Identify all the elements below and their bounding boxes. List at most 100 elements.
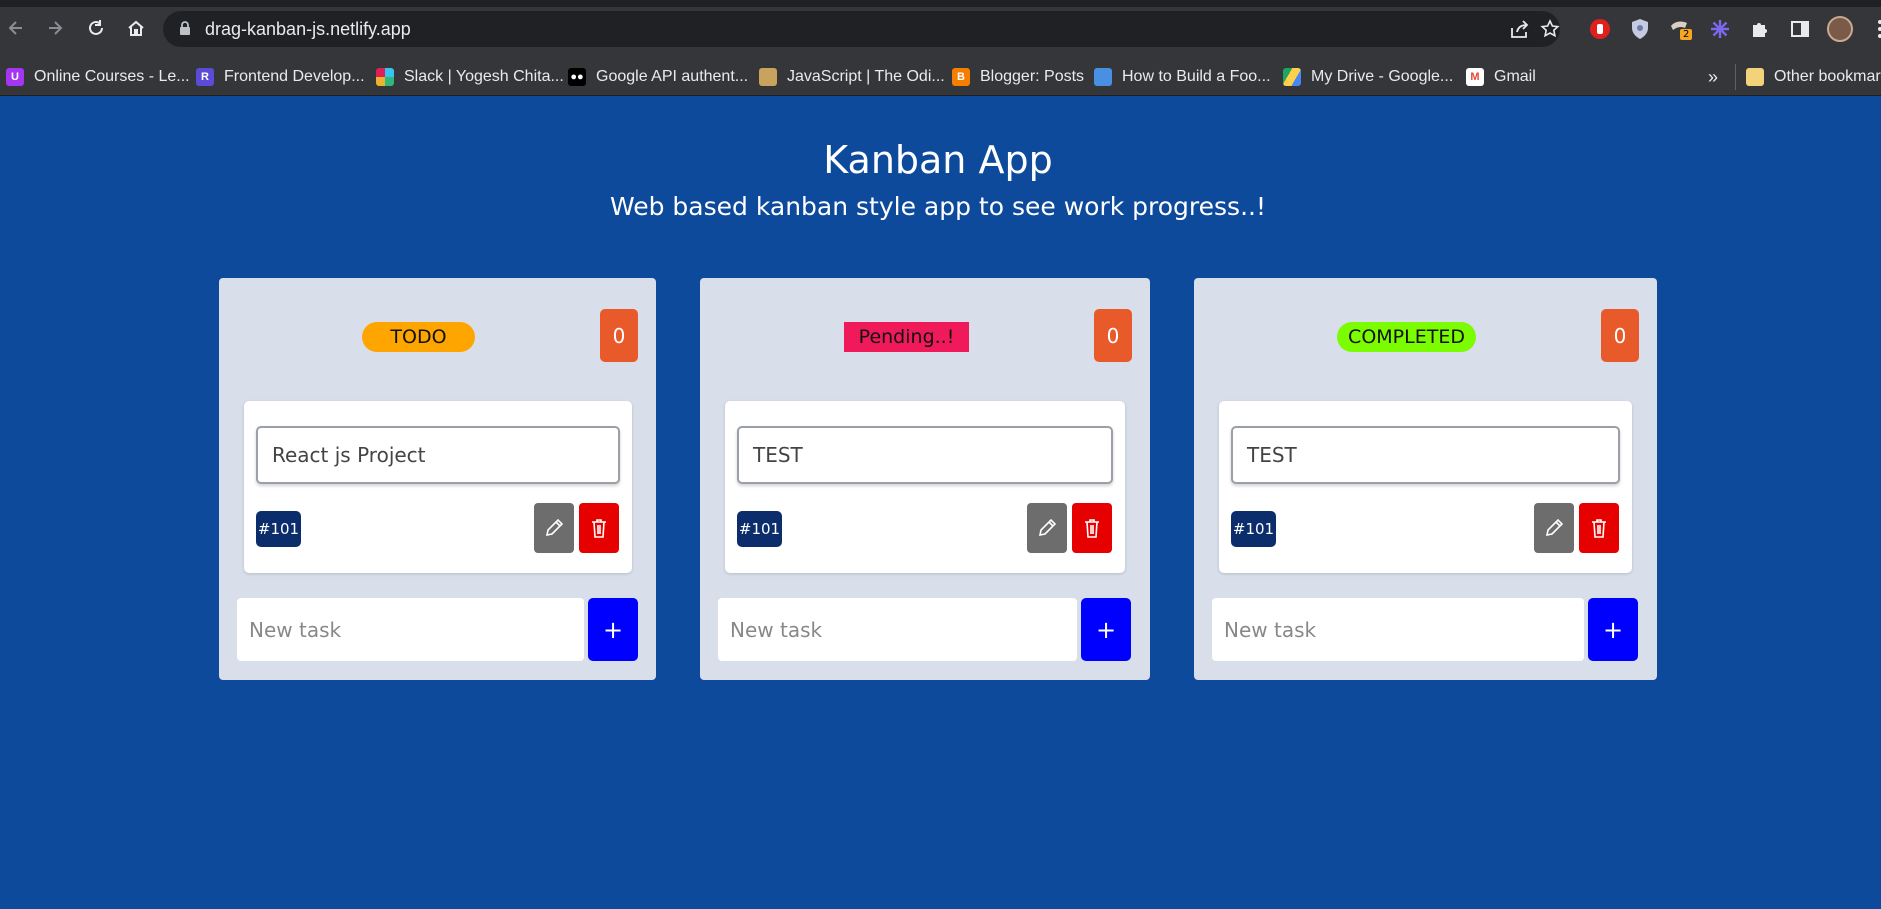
bookmark-label: Online Courses - Le... xyxy=(34,68,190,85)
new-task-input[interactable]: New task xyxy=(718,598,1077,661)
column-label: Pending..! xyxy=(844,322,969,352)
delete-task-button[interactable] xyxy=(579,503,619,553)
bookmark-item[interactable]: U Online Courses - Le... xyxy=(6,63,190,91)
extension-odin[interactable]: 2 xyxy=(1666,15,1694,43)
column-completed: COMPLETED 0 TEST #101 New task + xyxy=(1194,278,1657,680)
bookmark-item[interactable]: My Drive - Google... xyxy=(1283,63,1453,91)
bookmark-item[interactable]: Slack | Yogesh Chita... xyxy=(376,63,564,91)
bookmark-item[interactable]: R Frontend Develop... xyxy=(196,63,365,91)
monitor-icon xyxy=(1094,68,1112,86)
kebab-menu-icon xyxy=(1878,20,1881,38)
reload-button[interactable] xyxy=(82,14,110,42)
bookmark-label: JavaScript | The Odi... xyxy=(787,68,945,85)
extension-snowflake[interactable] xyxy=(1706,15,1734,43)
tab-strip xyxy=(0,0,1881,7)
side-panel-icon xyxy=(1791,21,1809,37)
column-pending: Pending..! 0 TEST #101 New task + xyxy=(700,278,1150,680)
puzzle-icon xyxy=(1753,23,1767,37)
home-button[interactable] xyxy=(122,14,150,42)
back-arrow-icon xyxy=(8,21,22,35)
page-subtitle: Web based kanban style app to see work p… xyxy=(609,192,1266,221)
add-task-button[interactable]: + xyxy=(1081,598,1131,661)
extensions-button[interactable] xyxy=(1746,15,1774,43)
address-bar[interactable]: drag-kanban-js.netlify.app xyxy=(163,11,1560,47)
drive-icon xyxy=(1283,68,1301,86)
lock-icon xyxy=(180,21,190,35)
bookmarks-overflow-button[interactable]: » xyxy=(1708,63,1718,91)
forward-arrow-icon xyxy=(49,21,63,35)
bookmarks-divider xyxy=(1735,64,1736,90)
task-count-badge: 0 xyxy=(1601,309,1639,362)
udemy-icon: U xyxy=(6,68,24,86)
back-button[interactable] xyxy=(2,14,30,42)
task-id-badge: #101 xyxy=(737,511,782,547)
reload-icon xyxy=(89,20,103,35)
extension-badge: 2 xyxy=(1680,29,1693,40)
extension-adblock[interactable] xyxy=(1586,15,1614,43)
edit-task-button[interactable] xyxy=(1534,503,1574,553)
add-task-button[interactable]: + xyxy=(1588,598,1638,661)
column-label: COMPLETED xyxy=(1337,322,1476,352)
task-id-badge: #101 xyxy=(256,511,301,547)
pencil-icon xyxy=(1038,518,1057,537)
new-task-input[interactable]: New task xyxy=(1212,598,1584,661)
bookmark-label: Blogger: Posts xyxy=(980,68,1085,85)
bookmark-label: Frontend Develop... xyxy=(224,68,365,85)
trash-icon xyxy=(1085,519,1099,538)
shield-icon xyxy=(1632,19,1648,39)
home-icon xyxy=(128,20,144,36)
bookmark-label: Gmail xyxy=(1494,68,1536,85)
column-todo: TODO 0 React js Project #101 New task + xyxy=(219,278,656,680)
pencil-icon xyxy=(545,518,564,537)
menu-button[interactable] xyxy=(1866,15,1881,43)
pencil-icon xyxy=(1545,518,1564,537)
other-bookmarks-label: Other bookmarks xyxy=(1774,68,1881,85)
gmail-icon: M xyxy=(1466,68,1484,86)
bookmarks-bar: U Online Courses - Le... R Frontend Deve… xyxy=(0,58,1881,96)
task-id-badge: #101 xyxy=(1231,511,1276,547)
forward-button[interactable] xyxy=(41,14,69,42)
side-panel-button[interactable] xyxy=(1786,15,1814,43)
bookmark-label: Slack | Yogesh Chita... xyxy=(404,68,564,85)
other-bookmarks-folder[interactable]: Other bookmarks xyxy=(1746,63,1881,91)
blogger-icon: B xyxy=(952,68,970,86)
task-card[interactable]: React js Project #101 xyxy=(244,401,632,573)
task-count-badge: 0 xyxy=(1094,309,1132,362)
delete-task-button[interactable] xyxy=(1579,503,1619,553)
folder-icon xyxy=(1746,68,1764,86)
bookmark-item[interactable]: M Gmail xyxy=(1466,63,1536,91)
task-card[interactable]: TEST #101 xyxy=(725,401,1125,573)
column-label: TODO xyxy=(362,322,475,352)
trash-icon xyxy=(1592,519,1606,538)
browser-toolbar: drag-kanban-js.netlify.app 2 xyxy=(0,0,1881,58)
edit-task-button[interactable] xyxy=(534,503,574,553)
slack-icon xyxy=(376,68,394,86)
bookmark-star-icon[interactable] xyxy=(1540,19,1560,39)
kanban-page: Kanban App Web based kanban style app to… xyxy=(0,96,1881,909)
task-title-field[interactable]: React js Project xyxy=(256,426,620,484)
bookmark-item[interactable]: JavaScript | The Odi... xyxy=(759,63,945,91)
bookmark-item[interactable]: How to Build a Foo... xyxy=(1094,63,1271,91)
bookmark-label: My Drive - Google... xyxy=(1311,68,1454,85)
medium-icon: ●● xyxy=(568,68,586,86)
task-title-field[interactable]: TEST xyxy=(737,426,1113,484)
extension-shield[interactable] xyxy=(1626,15,1654,43)
r-icon: R xyxy=(196,68,214,86)
share-icon[interactable] xyxy=(1509,19,1531,39)
task-card[interactable]: TEST #101 xyxy=(1219,401,1632,573)
snowflake-icon xyxy=(1711,20,1729,38)
avatar xyxy=(1827,16,1853,42)
delete-task-button[interactable] xyxy=(1072,503,1112,553)
bookmark-item[interactable]: ●● Google API authent... xyxy=(568,63,748,91)
add-task-button[interactable]: + xyxy=(588,598,638,661)
odin-icon xyxy=(759,68,777,86)
profile-button[interactable] xyxy=(1826,15,1854,43)
page-title: Kanban App xyxy=(823,138,1053,182)
stop-hand-icon xyxy=(1590,19,1610,39)
task-count-badge: 0 xyxy=(600,309,638,362)
new-task-input[interactable]: New task xyxy=(237,598,584,661)
task-title-field[interactable]: TEST xyxy=(1231,426,1620,484)
edit-task-button[interactable] xyxy=(1027,503,1067,553)
url-text: drag-kanban-js.netlify.app xyxy=(205,19,411,39)
bookmark-item[interactable]: B Blogger: Posts xyxy=(952,63,1084,91)
